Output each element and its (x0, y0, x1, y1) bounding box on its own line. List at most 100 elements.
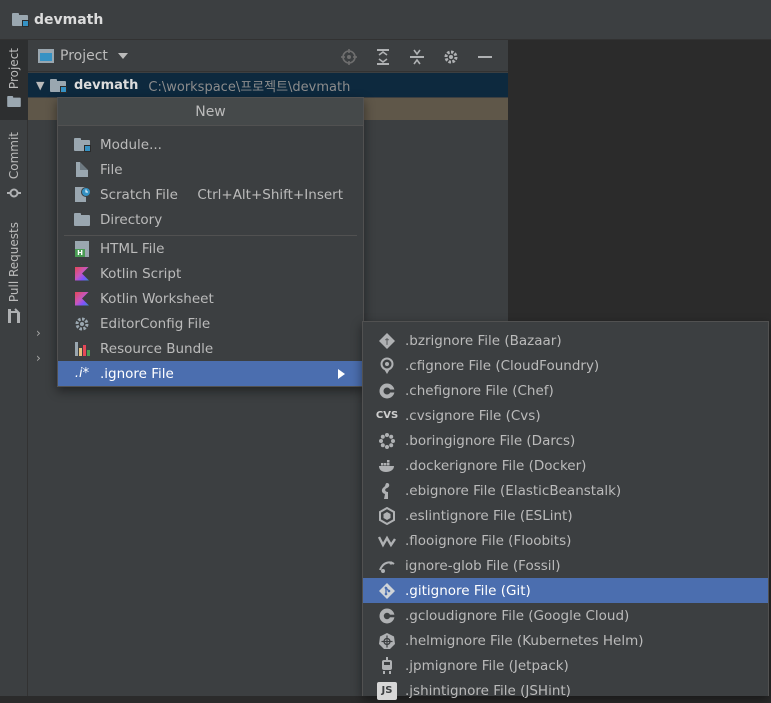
menu-item-flooignore[interactable]: .flooignore File (Floobits) (363, 528, 768, 553)
chevron-right-icon[interactable]: › (36, 351, 41, 365)
project-view-selector[interactable]: Project (60, 48, 108, 64)
tab-pull-requests[interactable]: Pull Requests (0, 222, 28, 332)
gear-icon (72, 315, 92, 333)
menu-item-cfignore[interactable]: .cfignore File (CloudFoundry) (363, 353, 768, 378)
bazaar-icon: † (377, 332, 397, 350)
menu-item-label: Resource Bundle (100, 340, 214, 357)
menu-item-gitignore[interactable]: .gitignore File (Git) (363, 578, 768, 603)
scratch-file-icon (72, 186, 92, 204)
menu-item-label: .cvsignore File (Cvs) (405, 407, 541, 424)
menu-item-label: EditorConfig File (100, 315, 211, 332)
hide-panel-icon[interactable] (468, 46, 502, 68)
menu-item-ignore-file[interactable]: .i* .ignore File (58, 361, 363, 386)
submenu-arrow-icon (338, 368, 345, 379)
chevron-down-icon[interactable]: ▼ (36, 79, 50, 92)
tab-pull-requests-label: Pull Requests (7, 222, 21, 303)
menu-item-kotlin-script[interactable]: Kotlin Script (58, 261, 363, 286)
kotlin-icon (72, 265, 92, 283)
collapse-all-icon[interactable] (400, 46, 434, 68)
menu-item-bzrignore[interactable]: † .bzrignore File (Bazaar) (363, 328, 768, 353)
menu-item-label: Directory (100, 211, 163, 228)
menu-item-jshintignore[interactable]: JS .jshintignore File (JSHint) (363, 678, 768, 703)
menu-item-label: Scratch File (100, 186, 178, 203)
menu-item-gcloudignore[interactable]: .gcloudignore File (Google Cloud) (363, 603, 768, 628)
menu-item-label: .ebignore File (ElasticBeanstalk) (405, 482, 622, 499)
module-folder-icon (50, 78, 67, 93)
chef-icon (377, 382, 397, 400)
docker-icon (377, 457, 397, 475)
expand-all-icon[interactable] (366, 46, 400, 68)
menu-item-label: .boringignore File (Darcs) (405, 432, 576, 449)
menu-item-module[interactable]: Module... (58, 132, 363, 157)
project-view-icon (38, 48, 54, 63)
menu-item-helmignore[interactable]: .helmignore File (Kubernetes Helm) (363, 628, 768, 653)
pull-request-icon (7, 308, 21, 328)
menu-item-label: .jshintignore File (JSHint) (405, 682, 571, 699)
menu-item-label: .gitignore File (Git) (405, 582, 531, 599)
new-menu-header: New (58, 98, 363, 126)
floobits-icon (377, 532, 397, 550)
menu-item-label: Kotlin Worksheet (100, 290, 214, 307)
left-tool-strip: Project Commit Pull Requests (0, 40, 28, 696)
menu-item-kotlin-worksheet[interactable]: Kotlin Worksheet (58, 286, 363, 311)
new-menu: New Module... File Scratch File Ctrl+Alt… (57, 97, 364, 387)
menu-item-resource-bundle[interactable]: Resource Bundle (58, 336, 363, 361)
ignore-icon: .i* (74, 366, 90, 381)
fossil-icon (377, 557, 397, 575)
menu-item-label: .ignore File (100, 365, 174, 382)
menu-item-label: .bzrignore File (Bazaar) (405, 332, 562, 349)
menu-item-chefignore[interactable]: .chefignore File (Chef) (363, 378, 768, 403)
cvs-icon: CVS (375, 410, 399, 421)
menu-item-label: .dockerignore File (Docker) (405, 457, 587, 474)
chevron-right-icon[interactable]: › (36, 326, 41, 340)
menu-item-label: .helmignore File (Kubernetes Helm) (405, 632, 644, 649)
menu-item-html-file[interactable]: H HTML File (58, 236, 363, 261)
helm-icon (377, 632, 397, 650)
menu-item-label: Kotlin Script (100, 265, 182, 282)
menu-item-shortcut: Ctrl+Alt+Shift+Insert (197, 186, 343, 203)
menu-item-eslintignore[interactable]: .eslintignore File (ESLint) (363, 503, 768, 528)
menu-item-label: .cfignore File (CloudFoundry) (405, 357, 600, 374)
project-folder-icon (12, 13, 29, 27)
tree-root-node[interactable]: ▼ devmath C:\workspace\프로젝트\devmath (28, 73, 508, 97)
menu-item-scratch-file[interactable]: Scratch File Ctrl+Alt+Shift+Insert (58, 182, 363, 207)
menu-item-boringignore[interactable]: .boringignore File (Darcs) (363, 428, 768, 453)
tab-commit[interactable]: Commit (0, 132, 28, 202)
menu-item-ignore-glob[interactable]: ignore-glob File (Fossil) (363, 553, 768, 578)
gear-icon[interactable] (434, 46, 468, 68)
ignore-file-submenu: † .bzrignore File (Bazaar) .cfignore Fil… (362, 321, 769, 700)
menu-item-label: .flooignore File (Floobits) (405, 532, 572, 549)
menu-item-file[interactable]: File (58, 157, 363, 182)
html-file-icon: H (72, 240, 92, 258)
tab-project-label: Project (7, 48, 21, 90)
menu-item-label: ignore-glob File (Fossil) (405, 557, 561, 574)
jetpack-icon (377, 656, 397, 675)
tab-commit-label: Commit (7, 132, 21, 180)
tree-root-path: C:\workspace\프로젝트\devmath (148, 79, 351, 95)
elasticbeanstalk-icon (377, 482, 397, 500)
menu-item-label: HTML File (100, 240, 165, 257)
project-toolbar-actions (332, 46, 502, 68)
jshint-icon: JS (377, 681, 397, 700)
project-toolbar: Project (28, 40, 508, 72)
tab-project[interactable]: Project (0, 40, 28, 120)
menu-item-cvsignore[interactable]: CVS .cvsignore File (Cvs) (363, 403, 768, 428)
locate-icon[interactable] (332, 46, 366, 68)
menu-item-ebignore[interactable]: .ebignore File (ElasticBeanstalk) (363, 478, 768, 503)
svg-text:†: † (385, 337, 390, 347)
chevron-down-icon[interactable] (117, 52, 128, 59)
kotlin-icon (72, 290, 92, 308)
folder-icon (72, 211, 92, 229)
resource-bundle-icon (72, 340, 92, 358)
menu-item-directory[interactable]: Directory (58, 207, 363, 232)
git-icon (377, 582, 397, 600)
menu-item-jpmignore[interactable]: .jpmignore File (Jetpack) (363, 653, 768, 678)
menu-item-label: .eslintignore File (ESLint) (405, 507, 573, 524)
title-bar: devmath (0, 0, 771, 40)
menu-item-label: File (100, 161, 123, 178)
menu-item-label: .jpmignore File (Jetpack) (405, 657, 569, 674)
google-cloud-icon (377, 607, 397, 625)
eslint-icon (377, 506, 397, 525)
menu-item-dockerignore[interactable]: .dockerignore File (Docker) (363, 453, 768, 478)
menu-item-editorconfig-file[interactable]: EditorConfig File (58, 311, 363, 336)
